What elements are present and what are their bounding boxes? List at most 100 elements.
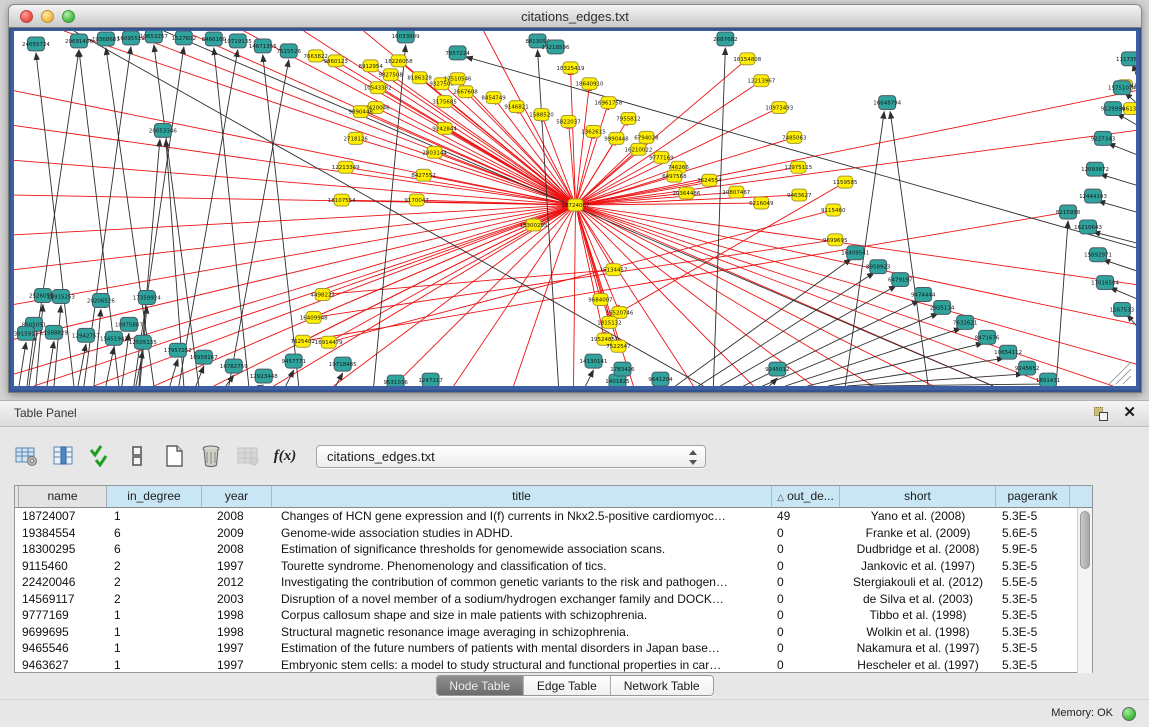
close-panel-icon[interactable]: ✕ bbox=[1123, 404, 1136, 422]
delete-column-icon[interactable] bbox=[199, 444, 223, 468]
graph-edge[interactable] bbox=[1123, 376, 1131, 384]
float-panel-icon[interactable] bbox=[1093, 406, 1109, 422]
column-header-in_degree[interactable]: in_degree bbox=[107, 486, 202, 507]
graph-edge[interactable] bbox=[19, 342, 26, 386]
graph-edge[interactable] bbox=[575, 84, 589, 205]
graph-node-label: 7857224 bbox=[445, 51, 470, 57]
graph-edge[interactable] bbox=[575, 205, 1136, 285]
column-header-name[interactable]: name bbox=[19, 486, 107, 507]
table-row[interactable]: 1830029562008Estimation of significance … bbox=[15, 541, 1092, 558]
table-row[interactable]: 1938455462009Genome-wide association stu… bbox=[15, 525, 1092, 542]
zoom-window-button[interactable] bbox=[62, 10, 75, 23]
graph-node-label: 16409948 bbox=[300, 315, 328, 321]
graph-edge[interactable] bbox=[14, 125, 575, 205]
graph-edge[interactable] bbox=[575, 131, 593, 205]
graph-edge[interactable] bbox=[124, 31, 576, 205]
network-canvas[interactable]: 1872400718300295766382298601238912954182… bbox=[14, 31, 1136, 386]
graph-edge[interactable] bbox=[226, 375, 234, 386]
minimize-window-button[interactable] bbox=[41, 10, 54, 23]
graph-edge[interactable] bbox=[74, 31, 703, 386]
graph-edge[interactable] bbox=[575, 205, 1136, 324]
column-header-short[interactable]: short bbox=[840, 486, 996, 507]
table-row[interactable]: 977716911998Corpus callosum shape and si… bbox=[15, 607, 1092, 624]
graph-edge[interactable] bbox=[346, 167, 576, 205]
graph-edge[interactable] bbox=[1098, 201, 1136, 212]
show-columns-icon[interactable] bbox=[51, 444, 75, 468]
graph-edge[interactable] bbox=[785, 328, 961, 386]
table-row[interactable]: 2242004622012Investigating the contribut… bbox=[15, 574, 1092, 591]
delete-table-icon[interactable] bbox=[236, 444, 260, 468]
attribute-table: namein_degreeyeartitle△out_de...shortpag… bbox=[14, 485, 1093, 673]
graph-edge[interactable] bbox=[323, 270, 614, 295]
table-vertical-scrollbar[interactable] bbox=[1077, 508, 1092, 673]
graph-edge[interactable] bbox=[170, 359, 178, 386]
graph-edge[interactable] bbox=[575, 205, 813, 386]
table-row[interactable]: 969969511998Structural magnetic resonanc… bbox=[15, 624, 1092, 641]
graph-edge[interactable] bbox=[1103, 260, 1136, 271]
graph-edge[interactable] bbox=[214, 48, 249, 386]
tab-edge-table[interactable]: Edge Table bbox=[523, 676, 610, 695]
table-row[interactable]: 946362711997Embryonic stem cells: a mode… bbox=[15, 657, 1092, 674]
tab-node-table[interactable]: Node Table bbox=[436, 676, 523, 695]
graph-edge[interactable] bbox=[361, 112, 576, 205]
column-header-out_degree[interactable]: △out_de... bbox=[772, 486, 840, 507]
network-graph[interactable]: 1872400718300295766382298601238912954182… bbox=[14, 31, 1136, 386]
column-header-title[interactable]: title bbox=[272, 486, 772, 507]
graph-edge[interactable] bbox=[675, 259, 851, 386]
scrollbar-thumb[interactable] bbox=[1080, 511, 1090, 569]
graph-node-label: 9115460 bbox=[821, 208, 846, 214]
graph-edge[interactable] bbox=[713, 48, 725, 386]
graph-edge[interactable] bbox=[868, 384, 1044, 386]
graph-node-label: 1783426 bbox=[610, 367, 635, 373]
graph-edge[interactable] bbox=[585, 370, 593, 386]
table-selector-dropdown[interactable]: citations_edges.txt bbox=[316, 445, 706, 468]
cell-in_degree: 1 bbox=[107, 624, 202, 641]
column-header-pagerank[interactable]: pagerank bbox=[996, 486, 1070, 507]
graph-edge[interactable] bbox=[442, 84, 576, 205]
graph-edge[interactable] bbox=[1116, 369, 1131, 384]
graph-edge[interactable] bbox=[14, 205, 575, 339]
cell-in_degree: 6 bbox=[107, 541, 202, 558]
clear-selection-icon[interactable] bbox=[125, 444, 149, 468]
graph-edge[interactable] bbox=[769, 378, 777, 386]
graph-edge[interactable] bbox=[575, 205, 1053, 386]
table-options-icon[interactable] bbox=[14, 444, 38, 468]
table-row[interactable]: 1872400712008Changes of HCN gene express… bbox=[15, 508, 1092, 525]
graph-node-label: 8427552 bbox=[411, 173, 435, 179]
graph-edge[interactable] bbox=[1100, 174, 1136, 185]
graph-edge[interactable] bbox=[1108, 143, 1136, 154]
select-all-icon[interactable] bbox=[88, 444, 112, 468]
column-header-year[interactable]: year bbox=[202, 486, 272, 507]
graph-node-label: 16648794 bbox=[873, 101, 901, 107]
table-row[interactable]: 946554611997Estimation of the future num… bbox=[15, 640, 1092, 657]
graph-edge[interactable] bbox=[94, 309, 101, 386]
function-builder-icon[interactable]: f(x) bbox=[273, 444, 297, 468]
graph-node-label: 1891431 bbox=[1036, 378, 1060, 384]
graph-edge[interactable] bbox=[575, 91, 1136, 205]
graph-edge[interactable] bbox=[828, 358, 1004, 386]
graph-edge[interactable] bbox=[14, 160, 575, 205]
tab-network-table[interactable]: Network Table bbox=[610, 676, 713, 695]
close-window-button[interactable] bbox=[20, 10, 33, 23]
cell-name: 18724007 bbox=[19, 508, 107, 525]
cell-out_degree: 0 bbox=[772, 624, 840, 641]
graph-edge[interactable] bbox=[569, 121, 576, 205]
graph-edge[interactable] bbox=[356, 138, 576, 205]
window-titlebar[interactable]: citations_edges.txt bbox=[8, 4, 1142, 28]
graph-edge[interactable] bbox=[376, 108, 576, 205]
table-type-tabs: Node TableEdge TableNetwork Table bbox=[435, 675, 713, 696]
table-row[interactable]: 1456911722003Disruption of a novel membe… bbox=[15, 591, 1092, 608]
graph-edge[interactable] bbox=[1056, 221, 1068, 386]
graph-edge[interactable] bbox=[257, 385, 264, 386]
graph-edge[interactable] bbox=[514, 205, 576, 386]
create-column-icon[interactable] bbox=[162, 444, 186, 468]
graph-edge[interactable] bbox=[54, 305, 61, 386]
graph-edge[interactable] bbox=[458, 79, 576, 205]
sort-ascending-icon: △ bbox=[777, 492, 784, 502]
memory-status-indicator-icon[interactable] bbox=[1122, 707, 1136, 721]
graph-edge[interactable] bbox=[1109, 362, 1131, 384]
graph-edge[interactable] bbox=[334, 205, 576, 386]
table-row[interactable]: 911546021997Tourette syndrome. Phenomeno… bbox=[15, 558, 1092, 575]
graph-edge[interactable] bbox=[1110, 288, 1136, 299]
traffic-lights bbox=[20, 10, 75, 23]
